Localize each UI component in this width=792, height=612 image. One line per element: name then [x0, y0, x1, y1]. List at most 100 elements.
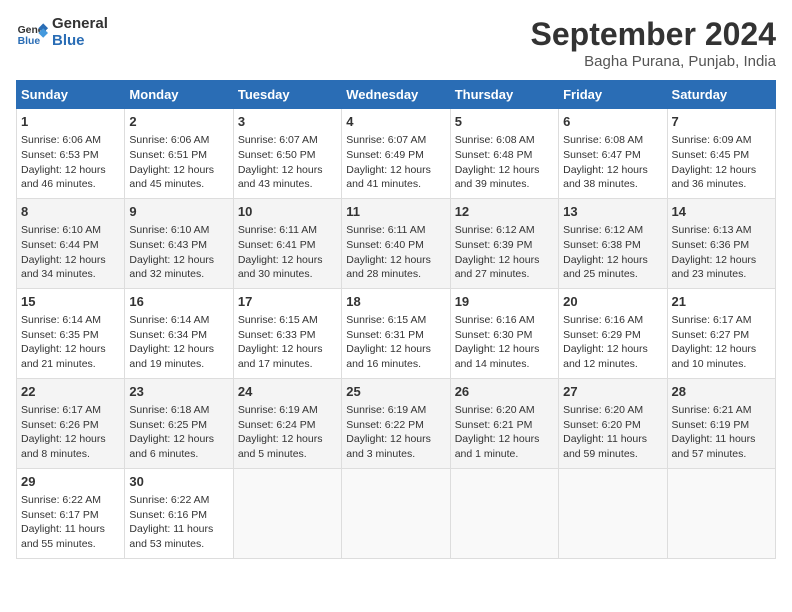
calendar-cell: 14Sunrise: 6:13 AMSunset: 6:36 PMDayligh… — [667, 198, 775, 288]
day-number: 23 — [129, 383, 228, 401]
cell-info: Sunrise: 6:20 AMSunset: 6:21 PMDaylight:… — [455, 403, 554, 462]
calendar-cell: 30Sunrise: 6:22 AMSunset: 6:16 PMDayligh… — [125, 468, 233, 558]
day-number: 22 — [21, 383, 120, 401]
day-number: 2 — [129, 113, 228, 131]
day-number: 24 — [238, 383, 337, 401]
day-number: 8 — [21, 203, 120, 221]
header-day: Saturday — [667, 81, 775, 109]
calendar-cell: 26 Sunrise: 6:20 AMSunset: 6:21 PMDayligh… — [450, 378, 558, 468]
calendar-cell: 13 Sunrise: 6:12 AMSunset: 6:38 PMDayligh… — [559, 198, 667, 288]
header-day: Sunday — [17, 81, 125, 109]
calendar-cell: 24 Sunrise: 6:19 AMSunset: 6:24 PMDayligh… — [233, 378, 341, 468]
cell-info: Sunrise: 6:10 AMSunset: 6:43 PMDaylight:… — [129, 223, 228, 282]
cell-info: Sunrise: 6:15 AMSunset: 6:33 PMDaylight:… — [238, 313, 337, 372]
calendar-cell: 8 Sunrise: 6:10 AMSunset: 6:44 PMDaylight… — [17, 198, 125, 288]
calendar-cell: 18 Sunrise: 6:15 AMSunset: 6:31 PMDayligh… — [342, 288, 450, 378]
calendar-cell: 22 Sunrise: 6:17 AMSunset: 6:26 PMDayligh… — [17, 378, 125, 468]
calendar-cell — [450, 468, 558, 558]
day-number: 28 — [672, 383, 771, 401]
cell-info: Sunrise: 6:16 AMSunset: 6:29 PMDaylight:… — [563, 313, 662, 372]
calendar-week-row: 22 Sunrise: 6:17 AMSunset: 6:26 PMDayligh… — [17, 378, 776, 468]
day-number: 18 — [346, 293, 445, 311]
cell-info: Sunrise: 6:14 AMSunset: 6:34 PMDaylight:… — [129, 313, 228, 372]
cell-info: Sunrise: 6:06 AMSunset: 6:53 PMDaylight:… — [21, 133, 120, 192]
cell-info: Sunrise: 6:08 AMSunset: 6:48 PMDaylight:… — [455, 133, 554, 192]
calendar-cell: 12Sunrise: 6:12 AMSunset: 6:39 PMDayligh… — [450, 198, 558, 288]
day-number: 29 — [21, 473, 120, 491]
calendar-cell: 20 Sunrise: 6:16 AMSunset: 6:29 PMDayligh… — [559, 288, 667, 378]
title-block: September 2024 Bagha Purana, Punjab, Ind… — [531, 16, 776, 70]
calendar-cell: 4 Sunrise: 6:07 AMSunset: 6:49 PMDaylight… — [342, 109, 450, 199]
calendar-cell — [233, 468, 341, 558]
cell-info: Sunrise: 6:15 AMSunset: 6:31 PMDaylight:… — [346, 313, 445, 372]
day-number: 3 — [238, 113, 337, 131]
day-number: 19 — [455, 293, 554, 311]
location: Bagha Purana, Punjab, India — [531, 53, 776, 70]
cell-info: Sunrise: 6:11 AMSunset: 6:40 PMDaylight:… — [346, 223, 445, 282]
calendar-cell — [559, 468, 667, 558]
day-number: 5 — [455, 113, 554, 131]
day-number: 10 — [238, 203, 337, 221]
day-number: 13 — [563, 203, 662, 221]
calendar-cell: 17Sunrise: 6:15 AMSunset: 6:33 PMDayligh… — [233, 288, 341, 378]
cell-info: Sunrise: 6:19 AMSunset: 6:22 PMDaylight:… — [346, 403, 445, 462]
cell-info: Sunrise: 6:17 AMSunset: 6:26 PMDaylight:… — [21, 403, 120, 462]
day-number: 4 — [346, 113, 445, 131]
calendar-cell: 9 Sunrise: 6:10 AMSunset: 6:43 PMDaylight… — [125, 198, 233, 288]
day-number: 26 — [455, 383, 554, 401]
cell-info: Sunrise: 6:19 AMSunset: 6:24 PMDaylight:… — [238, 403, 337, 462]
calendar-cell — [667, 468, 775, 558]
day-number: 15 — [21, 293, 120, 311]
day-number: 20 — [563, 293, 662, 311]
cell-info: Sunrise: 6:16 AMSunset: 6:30 PMDaylight:… — [455, 313, 554, 372]
calendar-cell: 1 Sunrise: 6:06 AMSunset: 6:53 PMDaylight… — [17, 109, 125, 199]
day-number: 27 — [563, 383, 662, 401]
cell-info: Sunrise: 6:10 AMSunset: 6:44 PMDaylight:… — [21, 223, 120, 282]
cell-info: Sunrise: 6:08 AMSunset: 6:47 PMDaylight:… — [563, 133, 662, 192]
calendar-week-row: 8 Sunrise: 6:10 AMSunset: 6:44 PMDaylight… — [17, 198, 776, 288]
day-number: 14 — [672, 203, 771, 221]
day-number: 30 — [129, 473, 228, 491]
calendar-cell: 27 Sunrise: 6:20 AMSunset: 6:20 PMDayligh… — [559, 378, 667, 468]
calendar-cell: 28Sunrise: 6:21 AMSunset: 6:19 PMDayligh… — [667, 378, 775, 468]
logo: General Blue General Blue — [16, 16, 108, 49]
header-day: Tuesday — [233, 81, 341, 109]
calendar-week-row: 29Sunrise: 6:22 AMSunset: 6:17 PMDayligh… — [17, 468, 776, 558]
calendar-week-row: 15Sunrise: 6:14 AMSunset: 6:35 PMDayligh… — [17, 288, 776, 378]
svg-text:Blue: Blue — [18, 36, 41, 47]
cell-info: Sunrise: 6:09 AMSunset: 6:45 PMDaylight:… — [672, 133, 771, 192]
calendar-cell: 16 Sunrise: 6:14 AMSunset: 6:34 PMDayligh… — [125, 288, 233, 378]
cell-info: Sunrise: 6:12 AMSunset: 6:38 PMDaylight:… — [563, 223, 662, 282]
cell-info: Sunrise: 6:07 AMSunset: 6:50 PMDaylight:… — [238, 133, 337, 192]
header-day: Wednesday — [342, 81, 450, 109]
calendar-cell: 11 Sunrise: 6:11 AMSunset: 6:40 PMDayligh… — [342, 198, 450, 288]
header-day: Friday — [559, 81, 667, 109]
day-number: 21 — [672, 293, 771, 311]
calendar-cell: 23 Sunrise: 6:18 AMSunset: 6:25 PMDayligh… — [125, 378, 233, 468]
calendar-cell: 6 Sunrise: 6:08 AMSunset: 6:47 PMDaylight… — [559, 109, 667, 199]
calendar-cell: 15Sunrise: 6:14 AMSunset: 6:35 PMDayligh… — [17, 288, 125, 378]
calendar-cell: 2 Sunrise: 6:06 AMSunset: 6:51 PMDaylight… — [125, 109, 233, 199]
header-day: Thursday — [450, 81, 558, 109]
cell-info: Sunrise: 6:20 AMSunset: 6:20 PMDaylight:… — [563, 403, 662, 462]
calendar-cell: 29Sunrise: 6:22 AMSunset: 6:17 PMDayligh… — [17, 468, 125, 558]
day-number: 12 — [455, 203, 554, 221]
day-number: 7 — [672, 113, 771, 131]
cell-info: Sunrise: 6:06 AMSunset: 6:51 PMDaylight:… — [129, 133, 228, 192]
day-number: 6 — [563, 113, 662, 131]
cell-info: Sunrise: 6:18 AMSunset: 6:25 PMDaylight:… — [129, 403, 228, 462]
calendar-cell: 5 Sunrise: 6:08 AMSunset: 6:48 PMDaylight… — [450, 109, 558, 199]
page-header: General Blue General Blue September 2024… — [16, 16, 776, 70]
calendar-cell: 25 Sunrise: 6:19 AMSunset: 6:22 PMDayligh… — [342, 378, 450, 468]
calendar-cell: 21Sunrise: 6:17 AMSunset: 6:27 PMDayligh… — [667, 288, 775, 378]
calendar-cell — [342, 468, 450, 558]
day-number: 25 — [346, 383, 445, 401]
day-number: 16 — [129, 293, 228, 311]
day-number: 1 — [21, 113, 120, 131]
cell-info: Sunrise: 6:07 AMSunset: 6:49 PMDaylight:… — [346, 133, 445, 192]
logo-icon: General Blue — [16, 17, 48, 49]
day-number: 9 — [129, 203, 228, 221]
calendar-cell: 3 Sunrise: 6:07 AMSunset: 6:50 PMDaylight… — [233, 109, 341, 199]
calendar-cell: 19 Sunrise: 6:16 AMSunset: 6:30 PMDayligh… — [450, 288, 558, 378]
day-number: 11 — [346, 203, 445, 221]
